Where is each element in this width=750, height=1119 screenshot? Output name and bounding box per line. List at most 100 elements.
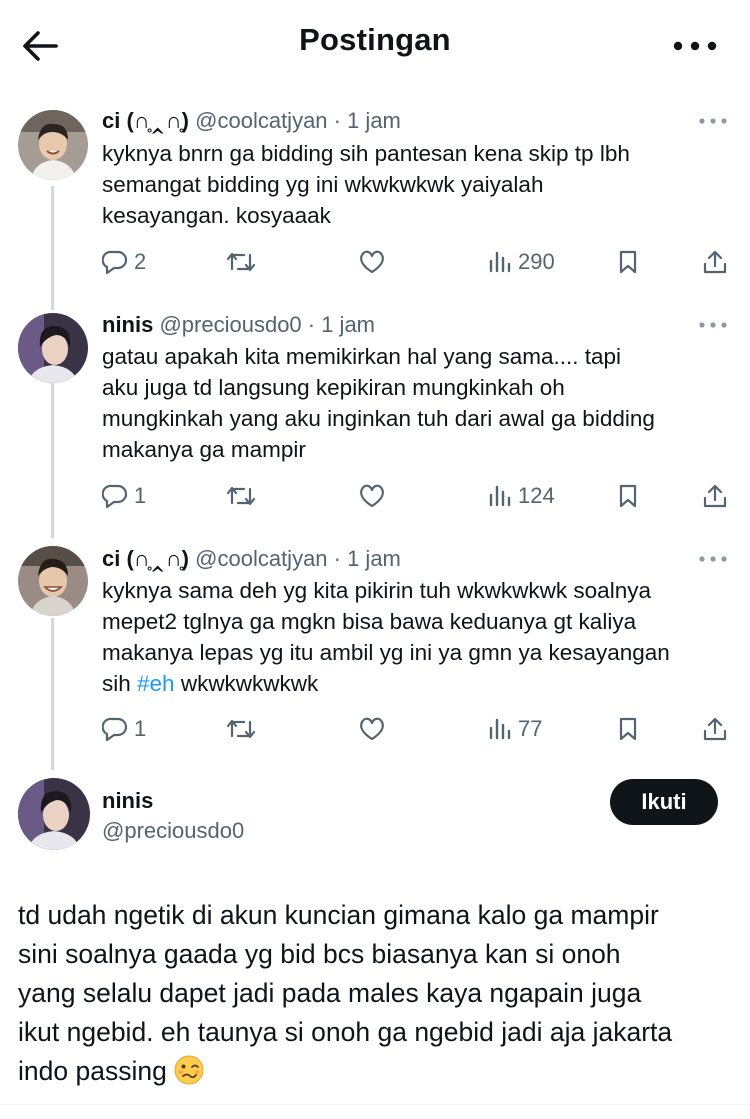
share-button[interactable]: [702, 479, 728, 513]
display-name[interactable]: ninis: [102, 312, 153, 337]
views-bar-chart-icon: [489, 718, 511, 740]
text-line: mungkinkah yang aku inginkan tuh dari aw…: [102, 406, 655, 431]
tweet-header: ci (∩̥‸∩̥) @coolcatjyan · 1 jam: [102, 108, 401, 134]
views-bar-chart-icon: [489, 485, 511, 507]
action-bar: 1 77: [102, 712, 734, 746]
like-button[interactable]: [358, 712, 386, 746]
display-name[interactable]: ci (∩̥‸∩̥): [102, 108, 189, 133]
text-line: kyknya sama deh yg kita pikirin tuh wkwk…: [102, 578, 651, 603]
display-name[interactable]: ninis: [102, 788, 153, 814]
page-title: Postingan: [299, 22, 451, 57]
thread-connector: [51, 382, 54, 538]
like-button[interactable]: [358, 479, 386, 513]
post-text: td udah ngetik di akun kuncian gimana ka…: [18, 896, 738, 1096]
share-button[interactable]: [702, 712, 728, 746]
handle-time[interactable]: @coolcatjyan · 1 jam: [195, 108, 401, 133]
bookmark-icon: [619, 250, 637, 274]
top-bar: Postingan: [0, 0, 750, 92]
hashtag-link[interactable]: #eh: [137, 671, 175, 696]
retweet-icon: [226, 486, 256, 506]
text-line: indo passing: [18, 1052, 738, 1096]
handle[interactable]: @preciousdo0: [102, 818, 244, 844]
views-bar-chart-icon: [489, 251, 511, 273]
bookmark-icon: [619, 484, 637, 508]
text-line: semangat bidding yg ini wkwkwkwk yaiyala…: [102, 172, 544, 197]
heart-icon: [360, 717, 384, 741]
more-horizontal-icon: [699, 322, 727, 328]
tweet-text: kyknya bnrn ga bidding sih pantesan kena…: [102, 138, 732, 231]
heart-icon: [360, 250, 384, 274]
like-button[interactable]: [358, 245, 386, 279]
text-line: mepet2 tglnya ga mgkn bisa bawa keduanya…: [102, 609, 637, 634]
reply-count: 1: [134, 483, 147, 508]
bookmark-button[interactable]: [616, 712, 640, 746]
avatar[interactable]: [18, 110, 88, 180]
more-horizontal-icon: [673, 41, 717, 51]
handle-time[interactable]: @preciousdo0 · 1 jam: [159, 312, 375, 337]
reply-count: 2: [134, 249, 147, 274]
divider: [0, 1104, 750, 1105]
thread-connector: [51, 618, 54, 770]
more-options-button[interactable]: [672, 26, 718, 66]
views-button[interactable]: 290: [488, 245, 555, 279]
retweet-button[interactable]: [226, 712, 256, 746]
bookmark-button[interactable]: [616, 245, 640, 279]
tweet-more-button[interactable]: [698, 318, 728, 332]
tweet-more-button[interactable]: [698, 114, 728, 128]
text-fragment: wkwkwkwkwk: [174, 671, 319, 696]
action-bar: 1 124: [102, 479, 734, 513]
tweet-text: gatau apakah kita memikirkan hal yang sa…: [102, 341, 732, 465]
text-line: ikut ngebid. eh taunya si onoh ga ngebid…: [18, 1017, 673, 1047]
views-count: 290: [518, 249, 555, 274]
woozy-face-emoji: [174, 1055, 204, 1096]
views-button[interactable]: 77: [488, 712, 542, 746]
reply-bubble-icon: [102, 717, 128, 742]
text-line: aku juga td langsung kepikiran mungkinka…: [102, 375, 565, 400]
reply-button[interactable]: 2: [102, 245, 146, 279]
text-line: sini soalnya gaada yg bid bcs biasanya k…: [18, 939, 621, 969]
reply-button[interactable]: 1: [102, 479, 146, 513]
reply-bubble-icon: [102, 250, 128, 275]
retweet-icon: [226, 252, 256, 272]
avatar[interactable]: [18, 778, 90, 850]
tweet-header: ninis @preciousdo0 · 1 jam: [102, 312, 375, 338]
text-line: gatau apakah kita memikirkan hal yang sa…: [102, 344, 622, 369]
reply-count: 1: [134, 716, 147, 741]
text-line: sih #eh wkwkwkwkwk: [102, 668, 732, 699]
tweet-header: ci (∩̥‸∩̥) @coolcatjyan · 1 jam: [102, 546, 401, 572]
views-button[interactable]: 124: [488, 479, 555, 513]
avatar[interactable]: [18, 313, 88, 383]
reply-button[interactable]: 1: [102, 712, 146, 746]
text-line: kesayangan. kosyaaak: [102, 203, 331, 228]
action-bar: 2 290: [102, 245, 734, 279]
bookmark-icon: [619, 717, 637, 741]
reply-bubble-icon: [102, 484, 128, 509]
text-line: td udah ngetik di akun kuncian gimana ka…: [18, 900, 659, 930]
text-line: makanya lepas yg itu ambil yg ini ya gmn…: [102, 640, 670, 665]
handle-time[interactable]: @coolcatjyan · 1 jam: [195, 546, 401, 571]
tweet-text: kyknya sama deh yg kita pikirin tuh wkwk…: [102, 575, 732, 699]
text-fragment: indo passing: [18, 1056, 167, 1086]
retweet-button[interactable]: [226, 245, 256, 279]
bookmark-button[interactable]: [616, 479, 640, 513]
more-horizontal-icon: [699, 118, 727, 124]
follow-button[interactable]: Ikuti: [610, 779, 718, 825]
avatar[interactable]: [18, 546, 88, 616]
text-line: yang selalu dapet jadi pada males kaya n…: [18, 978, 642, 1008]
views-count: 124: [518, 483, 555, 508]
share-upload-icon: [703, 250, 727, 274]
retweet-icon: [226, 719, 256, 739]
share-button[interactable]: [702, 245, 728, 279]
more-horizontal-icon: [699, 556, 727, 562]
share-upload-icon: [703, 484, 727, 508]
tweet-more-button[interactable]: [698, 552, 728, 566]
retweet-button[interactable]: [226, 479, 256, 513]
text-line: kyknya bnrn ga bidding sih pantesan kena…: [102, 141, 630, 166]
thread-connector: [51, 186, 54, 310]
views-count: 77: [518, 716, 543, 741]
share-upload-icon: [703, 717, 727, 741]
text-fragment: sih: [102, 671, 138, 696]
display-name[interactable]: ci (∩̥‸∩̥): [102, 546, 189, 571]
text-line: makanya ga mampir: [102, 437, 306, 462]
heart-icon: [360, 484, 384, 508]
